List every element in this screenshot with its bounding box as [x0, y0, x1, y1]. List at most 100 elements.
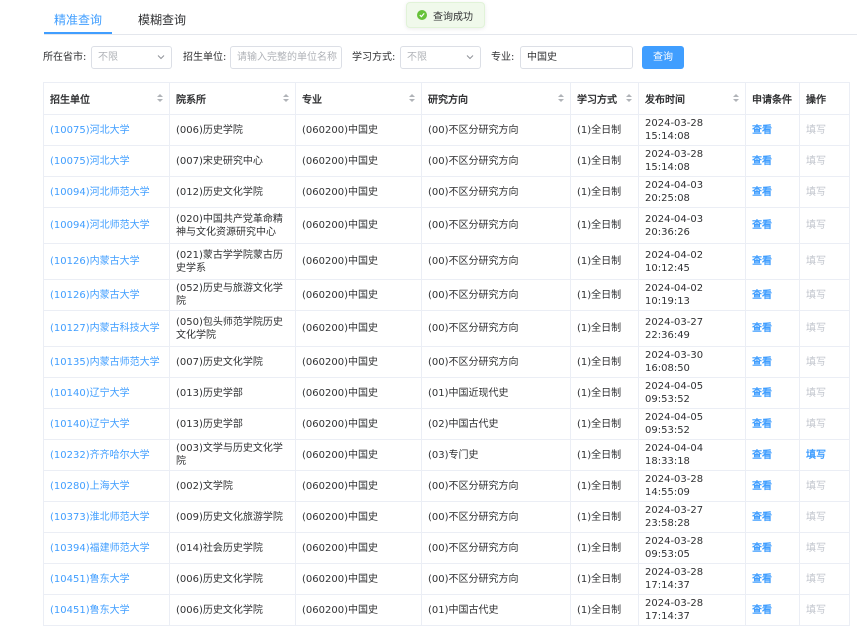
cell-major-text: (060200)中国史: [302, 256, 378, 267]
fill-in-link[interactable]: 填写: [806, 220, 826, 231]
view-conditions-link[interactable]: 查看: [752, 574, 772, 585]
cell-mode: (1)全日制: [570, 114, 639, 146]
unit-link[interactable]: (10394)福建师范大学: [50, 543, 150, 554]
fill-in-link[interactable]: 填写: [806, 290, 826, 301]
unit-link[interactable]: (10373)淮北师范大学: [50, 512, 150, 523]
unit-link[interactable]: (10451)鲁东大学: [50, 574, 130, 585]
header-mode[interactable]: 学习方式: [570, 82, 639, 115]
sort-icon[interactable]: [283, 93, 289, 103]
major-input[interactable]: 中国史: [520, 46, 633, 69]
cell-unit: (10373)淮北师范大学: [43, 501, 170, 533]
header-actions: 操作: [799, 82, 850, 115]
sort-icon[interactable]: [409, 93, 415, 103]
view-conditions-link[interactable]: 查看: [752, 125, 772, 136]
cell-unit: (10126)内蒙古大学: [43, 243, 170, 280]
fill-in-link[interactable]: 填写: [806, 323, 826, 334]
sort-icon[interactable]: [558, 93, 564, 103]
header-dept[interactable]: 院系所: [169, 82, 296, 115]
fill-in-link[interactable]: 填写: [806, 481, 826, 492]
unit-link[interactable]: (10126)内蒙古大学: [50, 256, 140, 267]
fill-in-link[interactable]: 填写: [806, 125, 826, 136]
table-row: (10280)上海大学 (002)文学院 (060200)中国史 (00)不区分研究方…: [43, 470, 850, 502]
province-select[interactable]: 不限: [91, 46, 172, 69]
view-conditions-link[interactable]: 查看: [752, 388, 772, 399]
header-major[interactable]: 专业: [295, 82, 422, 115]
fill-in-link[interactable]: 填写: [806, 256, 826, 267]
unit-link[interactable]: (10094)河北师范大学: [50, 220, 150, 231]
cell-major-text: (060200)中国史: [302, 289, 378, 301]
cell-mode: (1)全日制: [570, 145, 639, 177]
cell-dept: (020)中国共产党革命精神与文化资源研究中心: [169, 207, 296, 244]
view-conditions-link[interactable]: 查看: [752, 543, 772, 554]
fill-in-link[interactable]: 填写: [806, 450, 826, 461]
cell-time-text: 2024-03-28 14:55:09: [645, 474, 704, 498]
unit-link[interactable]: (10140)辽宁大学: [50, 419, 130, 430]
cell-dept: (021)蒙古学学院蒙古历史学系: [169, 243, 296, 280]
view-conditions-link[interactable]: 查看: [752, 481, 772, 492]
view-conditions-link[interactable]: 查看: [752, 256, 772, 267]
fill-in-link[interactable]: 填写: [806, 388, 826, 399]
cell-major-text: (060200)中国史: [302, 449, 378, 461]
search-button[interactable]: 查询: [642, 46, 684, 69]
table-row: (10094)河北师范大学 (020)中国共产党革命精神与文化资源研究中心 (060…: [43, 207, 850, 244]
fill-in-link[interactable]: 填写: [806, 543, 826, 554]
view-conditions-link[interactable]: 查看: [752, 357, 772, 368]
view-conditions-link[interactable]: 查看: [752, 290, 772, 301]
fill-in-link[interactable]: 填写: [806, 512, 826, 523]
cell-major-text: (060200)中国史: [302, 480, 378, 492]
unit-link[interactable]: (10075)河北大学: [50, 125, 130, 136]
unit-link[interactable]: (10140)辽宁大学: [50, 388, 130, 399]
sort-icon[interactable]: [626, 93, 632, 103]
cell-conditions: 查看: [745, 501, 800, 533]
unit-link[interactable]: (10075)河北大学: [50, 156, 130, 167]
cell-mode-text: (1)全日制: [577, 418, 622, 430]
unit-link[interactable]: (10135)内蒙古师范大学: [50, 357, 160, 368]
header-direction[interactable]: 研究方向: [421, 82, 571, 115]
unit-link[interactable]: (10232)齐齐哈尔大学: [50, 450, 150, 461]
unit-link[interactable]: (10280)上海大学: [50, 481, 130, 492]
sort-icon[interactable]: [733, 93, 739, 103]
unit-link[interactable]: (10451)鲁东大学: [50, 605, 130, 616]
unit-link[interactable]: (10094)河北师范大学: [50, 187, 150, 198]
cell-time-text: 2024-03-27 22:36:49: [645, 316, 704, 341]
tab-fuzzy-query[interactable]: 模糊查询: [128, 8, 196, 34]
view-conditions-link[interactable]: 查看: [752, 220, 772, 231]
view-conditions-link[interactable]: 查看: [752, 419, 772, 430]
view-conditions-link[interactable]: 查看: [752, 450, 772, 461]
unit-link[interactable]: (10127)内蒙古科技大学: [50, 323, 160, 334]
view-conditions-link[interactable]: 查看: [752, 156, 772, 167]
fill-in-link[interactable]: 填写: [806, 357, 826, 368]
fill-in-link[interactable]: 填写: [806, 574, 826, 585]
cell-direction-text: (00)不区分研究方向: [428, 511, 519, 523]
fill-in-link[interactable]: 填写: [806, 156, 826, 167]
cell-conditions: 查看: [745, 346, 800, 378]
unit-link[interactable]: (10126)内蒙古大学: [50, 290, 140, 301]
mode-select[interactable]: 不限: [400, 46, 481, 69]
cell-direction-text: (00)不区分研究方向: [428, 480, 519, 492]
cell-time-text: 2024-03-28 09:53:05: [645, 536, 704, 560]
cell-conditions: 查看: [745, 439, 800, 471]
view-conditions-link[interactable]: 查看: [752, 323, 772, 334]
cell-mode: (1)全日制: [570, 563, 639, 595]
cell-action: 填写: [799, 408, 850, 440]
tab-exact-query[interactable]: 精准查询: [44, 8, 113, 34]
cell-major: (060200)中国史: [295, 176, 422, 208]
view-conditions-link[interactable]: 查看: [752, 605, 772, 616]
cell-action: 填写: [799, 470, 850, 502]
header-time[interactable]: 发布时间: [638, 82, 746, 115]
fill-in-link[interactable]: 填写: [806, 419, 826, 430]
sort-icon[interactable]: [157, 93, 163, 103]
cell-mode-text: (1)全日制: [577, 480, 622, 492]
cell-action: 填写: [799, 594, 850, 626]
cell-dept: (013)历史学部: [169, 377, 296, 409]
cell-action: 填写: [799, 346, 850, 378]
table-row: (10126)内蒙古大学 (052)历史与旅游文化学院 (060200)中国史 (00…: [43, 279, 850, 311]
fill-in-link[interactable]: 填写: [806, 605, 826, 616]
cell-direction: (00)不区分研究方向: [421, 532, 571, 564]
cell-direction-text: (02)中国古代史: [428, 418, 499, 430]
fill-in-link[interactable]: 填写: [806, 187, 826, 198]
view-conditions-link[interactable]: 查看: [752, 187, 772, 198]
header-unit[interactable]: 招生单位: [43, 82, 170, 115]
view-conditions-link[interactable]: 查看: [752, 512, 772, 523]
unit-input[interactable]: 请输入完整的单位名称: [230, 46, 342, 69]
